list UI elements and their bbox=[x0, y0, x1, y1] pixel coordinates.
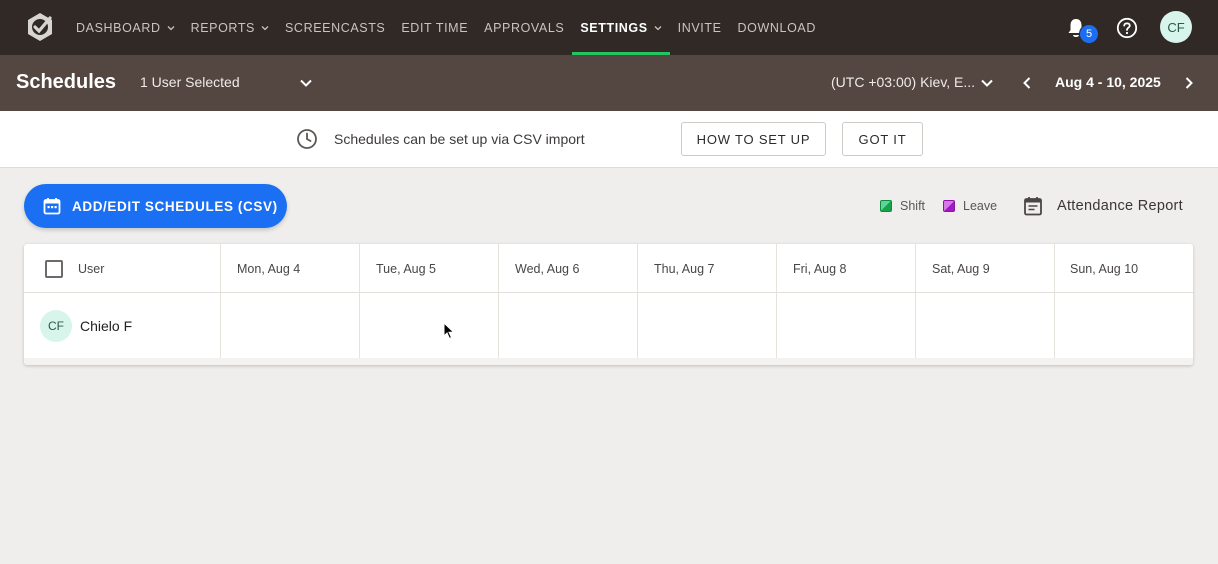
day-header-label: Thu, Aug 7 bbox=[654, 262, 715, 276]
page-title: Schedules bbox=[16, 71, 117, 93]
chevron-down-icon[interactable] bbox=[299, 76, 313, 90]
help-icon[interactable] bbox=[1116, 17, 1138, 39]
chevron-right-icon[interactable] bbox=[1182, 76, 1196, 90]
timezone-select[interactable]: (UTC +03:00) Kiev, E... bbox=[831, 74, 975, 90]
user-avatar[interactable]: CF bbox=[1160, 11, 1192, 43]
user-cell: CF Chielo F bbox=[24, 293, 221, 358]
schedule-cell[interactable] bbox=[221, 293, 360, 358]
day-header-label: Sun, Aug 10 bbox=[1070, 262, 1139, 276]
schedule-cell[interactable] bbox=[916, 293, 1055, 358]
avatar: CF bbox=[40, 310, 72, 342]
day-column-header: Sat, Aug 9 bbox=[916, 244, 1055, 292]
day-column-header: Fri, Aug 8 bbox=[777, 244, 916, 292]
day-header-label: Fri, Aug 8 bbox=[793, 262, 847, 276]
day-header-label: Mon, Aug 4 bbox=[237, 262, 301, 276]
add-edit-schedules-label: ADD/EDIT SCHEDULES (CSV) bbox=[72, 198, 278, 214]
clock-icon bbox=[297, 129, 317, 149]
user-column-header: User bbox=[24, 244, 221, 292]
how-to-set-up-button[interactable]: HOW TO SET UP bbox=[681, 122, 826, 156]
got-it-button[interactable]: GOT IT bbox=[842, 122, 923, 156]
nav-edit-time[interactable]: EDIT TIME bbox=[393, 0, 476, 55]
user-header-label: User bbox=[78, 262, 105, 276]
nav-dashboard[interactable]: DASHBOARD bbox=[68, 0, 183, 55]
day-header-label: Sat, Aug 9 bbox=[932, 262, 990, 276]
user-name: Chielo F bbox=[80, 318, 133, 334]
calendar-icon bbox=[43, 198, 61, 215]
nav-reports-label: REPORTS bbox=[190, 20, 255, 35]
shift-legend-swatch bbox=[880, 200, 892, 212]
date-range[interactable]: Aug 4 - 10, 2025 bbox=[1055, 74, 1161, 90]
table-footer bbox=[24, 358, 1193, 365]
nav-reports[interactable]: REPORTS bbox=[183, 0, 277, 55]
nav-dashboard-label: DASHBOARD bbox=[76, 20, 161, 35]
table-row: CF Chielo F bbox=[24, 293, 1193, 358]
schedule-cell[interactable] bbox=[1055, 293, 1193, 358]
app-logo-icon[interactable] bbox=[24, 11, 56, 43]
day-column-header: Sun, Aug 10 bbox=[1055, 244, 1193, 292]
day-column-header: Wed, Aug 6 bbox=[499, 244, 638, 292]
table-header-row: User Mon, Aug 4 Tue, Aug 5 Wed, Aug 6 Th… bbox=[24, 244, 1193, 293]
nav-settings[interactable]: SETTINGS bbox=[572, 0, 670, 55]
day-column-header: Tue, Aug 5 bbox=[360, 244, 499, 292]
chevron-down-icon[interactable] bbox=[980, 76, 994, 90]
day-column-header: Thu, Aug 7 bbox=[638, 244, 777, 292]
nav-invite[interactable]: INVITE bbox=[670, 0, 730, 55]
leave-legend-swatch bbox=[943, 200, 955, 212]
top-navbar: DASHBOARD REPORTS SCREENCASTS EDIT TIME … bbox=[0, 0, 1218, 55]
day-header-label: Tue, Aug 5 bbox=[376, 262, 436, 276]
csv-info-banner: Schedules can be set up via CSV import H… bbox=[0, 111, 1218, 168]
nav-edit-time-label: EDIT TIME bbox=[401, 20, 469, 35]
chevron-left-icon[interactable] bbox=[1020, 76, 1034, 90]
main-nav: DASHBOARD REPORTS SCREENCASTS EDIT TIME … bbox=[68, 0, 824, 55]
nav-download[interactable]: DOWNLOAD bbox=[730, 0, 824, 55]
nav-screencasts[interactable]: SCREENCASTS bbox=[277, 0, 393, 55]
leave-legend-label: Leave bbox=[963, 199, 998, 213]
page-header: Schedules 1 User Selected (UTC +03:00) K… bbox=[0, 55, 1218, 111]
schedule-cell[interactable] bbox=[638, 293, 777, 358]
user-select-dropdown[interactable]: 1 User Selected bbox=[140, 74, 240, 90]
notification-badge: 5 bbox=[1079, 24, 1099, 44]
nav-screencasts-label: SCREENCASTS bbox=[285, 20, 386, 35]
shift-legend-label: Shift bbox=[900, 199, 926, 213]
schedule-cell[interactable] bbox=[499, 293, 638, 358]
select-all-checkbox[interactable] bbox=[45, 260, 63, 278]
mouse-cursor-icon bbox=[443, 322, 455, 340]
nav-approvals[interactable]: APPROVALS bbox=[476, 0, 572, 55]
add-edit-schedules-button[interactable]: ADD/EDIT SCHEDULES (CSV) bbox=[24, 184, 287, 228]
schedule-cell[interactable] bbox=[360, 293, 499, 358]
schedule-cell[interactable] bbox=[777, 293, 916, 358]
banner-text: Schedules can be set up via CSV import bbox=[334, 131, 585, 147]
attendance-report-button[interactable]: Attendance Report bbox=[1057, 198, 1183, 214]
day-column-header: Mon, Aug 4 bbox=[221, 244, 360, 292]
attendance-report-icon[interactable] bbox=[1022, 195, 1044, 217]
nav-settings-label: SETTINGS bbox=[580, 20, 648, 35]
chevron-down-icon bbox=[167, 25, 175, 30]
nav-download-label: DOWNLOAD bbox=[737, 20, 816, 35]
day-header-label: Wed, Aug 6 bbox=[515, 262, 580, 276]
schedule-table: User Mon, Aug 4 Tue, Aug 5 Wed, Aug 6 Th… bbox=[24, 244, 1193, 365]
nav-approvals-label: APPROVALS bbox=[484, 20, 565, 35]
nav-invite-label: INVITE bbox=[677, 20, 722, 35]
chevron-down-icon bbox=[654, 25, 662, 30]
chevron-down-icon bbox=[261, 25, 269, 30]
